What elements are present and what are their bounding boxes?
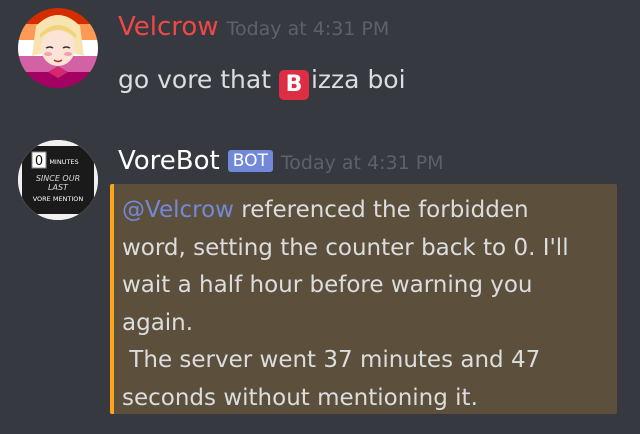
bot-tag: BOT (227, 150, 273, 172)
b-button-emoji-icon[interactable]: B (278, 70, 309, 100)
svg-text:LAST: LAST (48, 183, 69, 192)
timestamp[interactable]: Today at 4:31 PM (227, 18, 390, 40)
message-content: @Velcrow referenced the forbidden word, … (122, 192, 569, 417)
user-mention[interactable]: @Velcrow (122, 197, 234, 223)
message-line: referenced the forbidden (233, 197, 529, 223)
svg-text:MINUTES: MINUTES (49, 158, 78, 166)
timestamp[interactable]: Today at 4:31 PM (281, 152, 444, 174)
username-vorebot[interactable]: VoreBot (118, 146, 220, 176)
avatar-vorebot[interactable]: 0 MINUTES SINCE OUR LAST VORE MENTION (18, 140, 98, 220)
message-line: The server went 37 minutes and 47 (122, 347, 541, 373)
message-content: go vore that Bizza boi (118, 65, 406, 100)
message-line: seconds without mentioning it. (122, 384, 478, 411)
minutes-sign-avatar-icon: 0 MINUTES SINCE OUR LAST VORE MENTION (18, 140, 98, 220)
message-text-part: izza boi (310, 65, 406, 94)
anime-girl-avatar-icon (18, 8, 98, 88)
avatar-velcrow[interactable] (18, 8, 98, 88)
message-header: Velcrow Today at 4:31 PM (118, 12, 389, 42)
message-header: VoreBot BOT Today at 4:31 PM (118, 146, 444, 176)
message-line: word, setting the counter back to 0. I'l… (122, 234, 569, 261)
message-line: wait a half hour before warning you (122, 272, 533, 298)
mention-highlight: @Velcrow referenced the forbidden word, … (110, 184, 617, 414)
message-text-part: go vore that (118, 65, 279, 94)
svg-text:SINCE OUR: SINCE OUR (36, 174, 80, 183)
message-line: again. (122, 309, 194, 336)
username-velcrow[interactable]: Velcrow (118, 12, 219, 42)
svg-text:0: 0 (35, 154, 43, 169)
svg-text:VORE MENTION: VORE MENTION (33, 195, 84, 203)
message-velcrow: Velcrow Today at 4:31 PM go vore that Bi… (0, 0, 640, 120)
